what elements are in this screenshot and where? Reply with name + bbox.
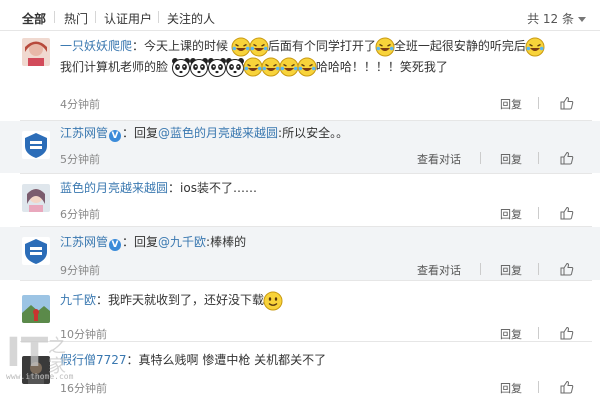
laugh-tears-emoji-icon bbox=[525, 37, 545, 56]
comment-item: 江苏网管 V ：回复@蓝色的月亮越来越圆:所以安全。。 5分钟前 查看对话 回复 bbox=[0, 121, 600, 173]
like-thumbs-up-icon[interactable] bbox=[560, 96, 574, 110]
comment-content: 全班一起很安静的听完后 bbox=[393, 39, 526, 53]
like-thumbs-up-icon[interactable] bbox=[560, 262, 574, 276]
tab-divider bbox=[54, 11, 55, 23]
laugh-tears-emoji-icon bbox=[249, 37, 269, 56]
comment-content: 我们计算机老师的脸 bbox=[60, 59, 169, 74]
reply-button[interactable]: 回复 bbox=[500, 326, 522, 342]
avatar[interactable] bbox=[22, 38, 50, 66]
tab-following[interactable]: 关注的人 bbox=[167, 10, 215, 27]
comment-item: 江苏网管 V ：回复@九千欧:棒棒的 9分钟前 查看对话 回复 bbox=[0, 227, 600, 280]
verified-badge-icon: V bbox=[109, 130, 122, 142]
laugh-tears-emoji-icon bbox=[279, 57, 299, 77]
comment-timestamp: 9分钟前 bbox=[60, 264, 100, 277]
action-divider bbox=[538, 207, 539, 219]
chevron-down-icon bbox=[578, 17, 586, 22]
view-conversation-button[interactable]: 查看对话 bbox=[417, 262, 461, 278]
comment-item: 九千欧：我昨天就收到了，还好没下载 10分钟前 回复 bbox=[0, 281, 600, 341]
avatar[interactable] bbox=[22, 184, 50, 212]
panda-emoji-icon bbox=[171, 58, 190, 77]
comment-item: 一只妖妖爬爬：今天上课的时候 后面有个同学打开了 全班一起很安静的听完后我们计算机… bbox=[0, 30, 600, 120]
svg-text:IT: IT bbox=[6, 330, 49, 376]
action-divider bbox=[480, 152, 481, 164]
like-thumbs-up-icon[interactable] bbox=[560, 326, 574, 340]
comment-username[interactable]: 蓝色的月亮越来越圆 bbox=[60, 181, 168, 195]
panda-emoji-icon bbox=[225, 58, 244, 77]
comment-content: ：回复 bbox=[122, 126, 159, 140]
avatar[interactable] bbox=[22, 131, 50, 159]
smile-emoji-icon bbox=[263, 291, 283, 310]
comment-username[interactable]: 一只妖妖爬爬 bbox=[60, 39, 132, 53]
avatar[interactable] bbox=[22, 237, 50, 265]
comment-content: 哈哈哈！！！！笑死我了 bbox=[315, 59, 448, 74]
avatar[interactable] bbox=[22, 295, 50, 323]
action-divider bbox=[538, 327, 539, 339]
reply-button[interactable]: 回复 bbox=[500, 380, 522, 396]
tab-all[interactable]: 全部 bbox=[22, 10, 46, 27]
tab-divider bbox=[95, 11, 96, 23]
tab-hot[interactable]: 热门 bbox=[64, 10, 88, 27]
mention-link[interactable]: @蓝色的月亮越来越圆 bbox=[158, 126, 278, 140]
comment-item: 蓝色的月亮越来越圆：ios装不了…… 6分钟前 回复 bbox=[0, 174, 600, 226]
comment-timestamp: 6分钟前 bbox=[60, 208, 100, 221]
ithome-watermark-logo: IT 之 家 bbox=[6, 330, 66, 377]
watermark-url: www.ithome.com bbox=[6, 372, 74, 381]
comment-content: 后面有个同学打开了 bbox=[267, 39, 376, 53]
action-divider bbox=[480, 263, 481, 275]
reply-button[interactable]: 回复 bbox=[500, 96, 522, 112]
comment-content: ：今天上课的时候 bbox=[132, 39, 229, 53]
laugh-tears-emoji-icon bbox=[261, 57, 281, 77]
action-divider bbox=[538, 381, 539, 393]
comment-content: ：真特么贱啊 惨遭中枪 关机都关不了 bbox=[126, 353, 327, 367]
comment-content: :棒棒的 bbox=[206, 235, 247, 249]
tab-divider bbox=[158, 11, 159, 23]
comment-item: 假行僧7727：真特么贱啊 惨遭中枪 关机都关不了 16分钟前 回复 bbox=[0, 342, 600, 409]
comment-text: 一只妖妖爬爬：今天上课的时候 后面有个同学打开了 全班一起很安静的听完后我们计算机… bbox=[60, 36, 550, 77]
comment-username[interactable]: 九千欧 bbox=[60, 293, 96, 307]
comment-text: 假行僧7727：真特么贱啊 惨遭中枪 关机都关不了 bbox=[60, 350, 550, 370]
like-thumbs-up-icon[interactable] bbox=[560, 206, 574, 220]
laugh-tears-emoji-icon bbox=[375, 37, 395, 56]
view-conversation-button[interactable]: 查看对话 bbox=[417, 151, 461, 167]
comment-username[interactable]: 江苏网管 bbox=[60, 126, 108, 140]
panda-emoji-icon bbox=[207, 58, 226, 77]
like-thumbs-up-icon[interactable] bbox=[560, 380, 574, 394]
svg-text:之: 之 bbox=[48, 336, 66, 357]
action-divider bbox=[538, 263, 539, 275]
comment-text: 蓝色的月亮越来越圆：ios装不了…… bbox=[60, 178, 550, 198]
like-thumbs-up-icon[interactable] bbox=[560, 151, 574, 165]
comment-content: ：回复 bbox=[122, 235, 159, 249]
panda-emoji-icon bbox=[189, 58, 208, 77]
comment-filter-tabs: 全部 热门 认证用户 关注的人 共 12 条 bbox=[0, 0, 600, 31]
reply-button[interactable]: 回复 bbox=[500, 206, 522, 222]
laugh-tears-emoji-icon bbox=[243, 57, 263, 77]
mention-link[interactable]: @九千欧 bbox=[158, 235, 206, 249]
comment-timestamp: 5分钟前 bbox=[60, 153, 100, 166]
comment-count-dropdown[interactable]: 共 12 条 bbox=[527, 10, 586, 27]
reply-button[interactable]: 回复 bbox=[500, 151, 522, 167]
reply-button[interactable]: 回复 bbox=[500, 262, 522, 278]
tab-verified-users[interactable]: 认证用户 bbox=[104, 10, 152, 27]
laugh-tears-emoji-icon bbox=[297, 57, 317, 77]
comment-text: 九千欧：我昨天就收到了，还好没下载 bbox=[60, 290, 550, 311]
action-divider bbox=[538, 97, 539, 109]
comment-content: ：我昨天就收到了，还好没下载 bbox=[96, 293, 265, 307]
comment-timestamp: 4分钟前 bbox=[60, 98, 100, 111]
comment-text: 江苏网管 V ：回复@蓝色的月亮越来越圆:所以安全。。 bbox=[60, 123, 550, 143]
action-divider bbox=[538, 152, 539, 164]
comment-content: ：ios装不了…… bbox=[168, 181, 257, 195]
comment-text: 江苏网管 V ：回复@九千欧:棒棒的 bbox=[60, 232, 550, 252]
verified-badge-icon: V bbox=[109, 239, 122, 251]
comment-count: 共 12 条 bbox=[527, 12, 574, 26]
comment-username[interactable]: 江苏网管 bbox=[60, 235, 108, 249]
laugh-tears-emoji-icon bbox=[231, 37, 251, 56]
comment-content: :所以安全。。 bbox=[278, 126, 349, 140]
